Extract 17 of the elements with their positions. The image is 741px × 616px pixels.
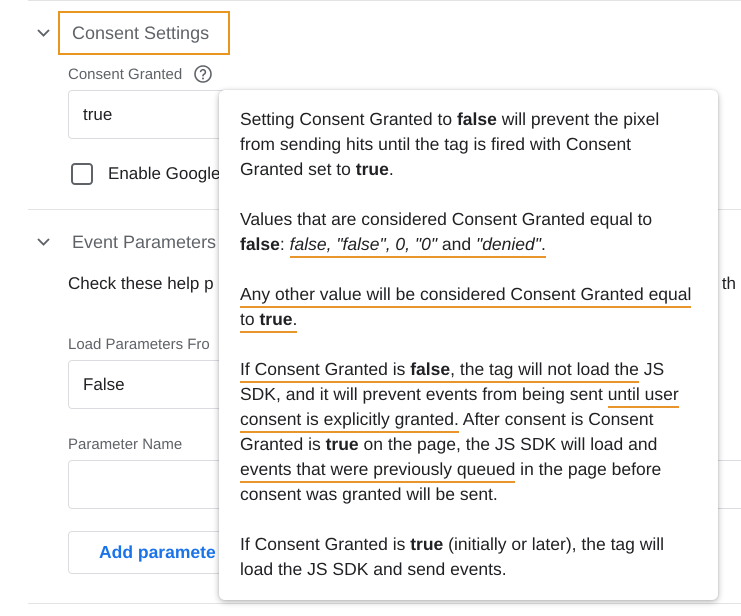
field-label: Consent Granted (68, 66, 182, 82)
chevron-icon[interactable] (36, 238, 50, 246)
tooltip-paragraph: Setting Consent Granted to false will prevent the pixel from sending hits until the tag is fired with Consent Granted set to true. (240, 108, 660, 181)
help-text: th (722, 274, 736, 294)
help-text: Check these help p (68, 274, 214, 294)
field-label: Load Parameters Fro (68, 336, 210, 352)
checkbox-label: Enable Google (108, 163, 220, 186)
chevron-icon[interactable] (36, 29, 50, 37)
tooltip-paragraph: If Consent Granted is true (initially or later), the tag will load the JS SDK and send events. (240, 533, 666, 581)
tooltip-paragraph: If Consent Granted is false, the tag will not load the JS SDK, and it will prevent events from being sent until user consent is explicitly granted. After consent is Consent Granted is true on the page, the JS SDK will load and events that were previously queued in the page before consent was granted will be sent. (240, 358, 680, 506)
section-title: Consent Settings (58, 11, 230, 55)
tooltip-paragraph: Any other value will be considered Consent Granted equal to true. (240, 282, 696, 332)
section-title: Event Parameters (71, 230, 218, 254)
checkbox[interactable] (71, 163, 93, 185)
field-label: Parameter Name (68, 436, 182, 452)
help-icon[interactable] (194, 65, 212, 83)
tooltip-paragraph: Values that are considered Consent Granted equal to false: false, "false", 0, "0" and "denied". (240, 207, 696, 257)
